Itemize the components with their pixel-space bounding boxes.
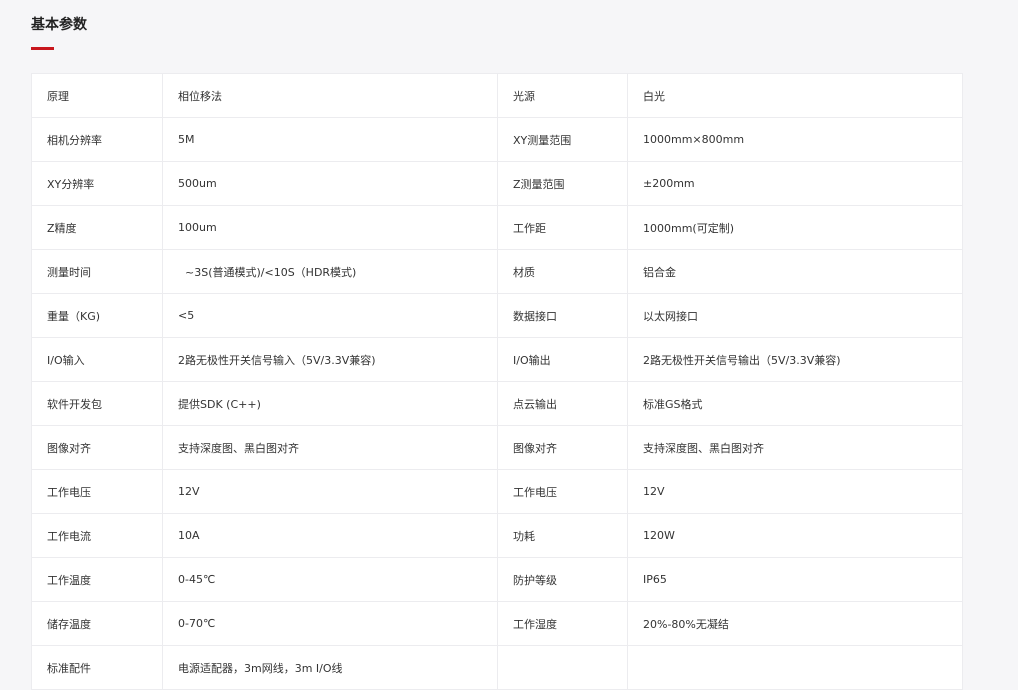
param-value: 电源适配器，3m网线，3m I/O线 [162,645,498,690]
table-row: 工作电压 12V 工作电压 12V [31,469,963,514]
param-label: 相机分辨率 [31,117,163,162]
param-value: ~3S(普通模式)/<10S（HDR模式) [162,249,498,294]
param-value: 0-45℃ [162,557,498,602]
param-label: Z测量范围 [497,161,628,206]
section-title: 基本参数 [31,17,87,33]
param-value: 12V [627,469,963,514]
param-label: 标准配件 [31,645,163,690]
table-row: I/O输入 2路无极性开关信号输入（5V/3.3V兼容) I/O输出 2路无极性… [31,337,963,382]
param-label: 储存温度 [31,601,163,646]
param-label: 工作距 [497,205,628,250]
table-row: 标准配件 电源适配器，3m网线，3m I/O线 [31,645,963,690]
param-value: 2路无极性开关信号输入（5V/3.3V兼容) [162,337,498,382]
param-label: I/O输入 [31,337,163,382]
table-row: XY分辨率 500um Z测量范围 ±200mm [31,161,963,206]
table-row: 相机分辨率 5M XY测量范围 1000mm×800mm [31,117,963,162]
spec-table: 原理 相位移法 光源 白光 相机分辨率 5M XY测量范围 1000mm×800… [31,73,963,690]
param-value: 0-70℃ [162,601,498,646]
param-value: 10A [162,513,498,558]
param-label: 防护等级 [497,557,628,602]
param-label: 软件开发包 [31,381,163,426]
table-row: 图像对齐 支持深度图、黑白图对齐 图像对齐 支持深度图、黑白图对齐 [31,425,963,470]
param-label: 工作湿度 [497,601,628,646]
param-label: Z精度 [31,205,163,250]
param-label: XY测量范围 [497,117,628,162]
table-row: Z精度 100um 工作距 1000mm(可定制) [31,205,963,250]
param-label: 工作电压 [497,469,628,514]
param-label: 原理 [31,73,163,118]
param-label: XY分辨率 [31,161,163,206]
param-label: I/O输出 [497,337,628,382]
param-value: 相位移法 [162,73,498,118]
param-value: 白光 [627,73,963,118]
param-label: 材质 [497,249,628,294]
param-label: 工作电压 [31,469,163,514]
table-row: 重量（KG) <5 数据接口 以太网接口 [31,293,963,338]
table-row: 工作温度 0-45℃ 防护等级 IP65 [31,557,963,602]
param-label: 图像对齐 [497,425,628,470]
param-label: 工作温度 [31,557,163,602]
param-label: 图像对齐 [31,425,163,470]
param-value: 铝合金 [627,249,963,294]
param-value: 500um [162,161,498,206]
param-label: 重量（KG) [31,293,163,338]
param-value: 提供SDK (C++) [162,381,498,426]
table-row: 测量时间 ~3S(普通模式)/<10S（HDR模式) 材质 铝合金 [31,249,963,294]
title-underline [31,47,54,50]
param-value: 标准GS格式 [627,381,963,426]
param-value: 120W [627,513,963,558]
param-label: 测量时间 [31,249,163,294]
param-value: 支持深度图、黑白图对齐 [627,425,963,470]
param-value: IP65 [627,557,963,602]
param-value: 以太网接口 [627,293,963,338]
param-value: 5M [162,117,498,162]
param-label: 点云输出 [497,381,628,426]
param-value: 20%-80%无凝结 [627,601,963,646]
param-label: 工作电流 [31,513,163,558]
param-value [627,645,963,690]
table-row: 储存温度 0-70℃ 工作湿度 20%-80%无凝结 [31,601,963,646]
table-row: 原理 相位移法 光源 白光 [31,73,963,118]
table-row: 工作电流 10A 功耗 120W [31,513,963,558]
param-value: 1000mm×800mm [627,117,963,162]
param-value: ±200mm [627,161,963,206]
param-value: 1000mm(可定制) [627,205,963,250]
param-value: <5 [162,293,498,338]
param-label: 光源 [497,73,628,118]
param-value: 支持深度图、黑白图对齐 [162,425,498,470]
param-value: 100um [162,205,498,250]
param-label [497,645,628,690]
param-value: 2路无极性开关信号输出（5V/3.3V兼容) [627,337,963,382]
table-row: 软件开发包 提供SDK (C++) 点云输出 标准GS格式 [31,381,963,426]
param-label: 数据接口 [497,293,628,338]
param-value: 12V [162,469,498,514]
param-label: 功耗 [497,513,628,558]
